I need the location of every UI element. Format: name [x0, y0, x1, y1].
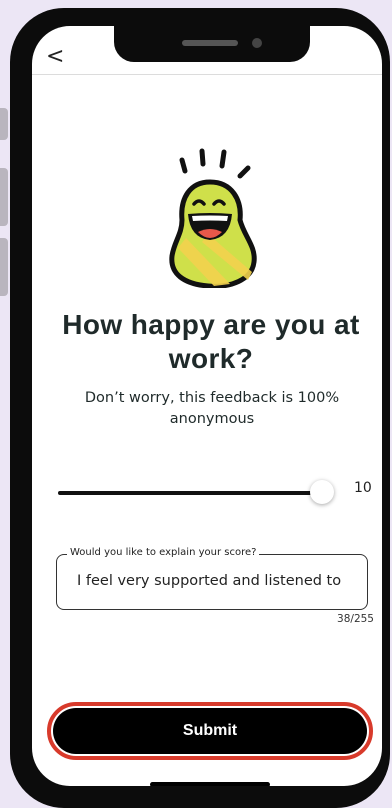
speaker-grille	[182, 40, 238, 46]
character-counter: 38/255	[337, 613, 374, 625]
header-divider	[32, 74, 382, 75]
laughing-pear-mascot-icon	[169, 148, 257, 288]
happiness-slider-value: 10	[354, 480, 372, 496]
phone-side-button-silent	[0, 108, 8, 140]
happiness-slider-thumb[interactable]	[310, 480, 334, 504]
anonymity-note: Don’t worry, this feedback is 100% anony…	[84, 390, 340, 427]
explain-score-field[interactable]: Would you like to explain your score? I …	[56, 547, 368, 610]
phone-side-button-volume-up	[0, 168, 8, 226]
happiness-slider-track[interactable]	[58, 491, 323, 495]
submit-button[interactable]: Submit	[53, 708, 367, 754]
explain-score-label: Would you like to explain your score?	[67, 547, 260, 558]
phone-side-button-volume-down	[0, 238, 8, 296]
phone-notch	[114, 26, 310, 62]
question-title: How happy are you at work?	[62, 309, 360, 374]
explain-score-value[interactable]: I feel very supported and listened to	[77, 573, 341, 589]
home-indicator	[150, 782, 270, 786]
app-screen: < How happy are you at work? Don’t worry…	[32, 26, 382, 786]
front-camera	[252, 38, 262, 48]
back-button[interactable]: <	[46, 46, 64, 68]
phone-frame: < How happy are you at work? Don’t worry…	[10, 8, 390, 808]
